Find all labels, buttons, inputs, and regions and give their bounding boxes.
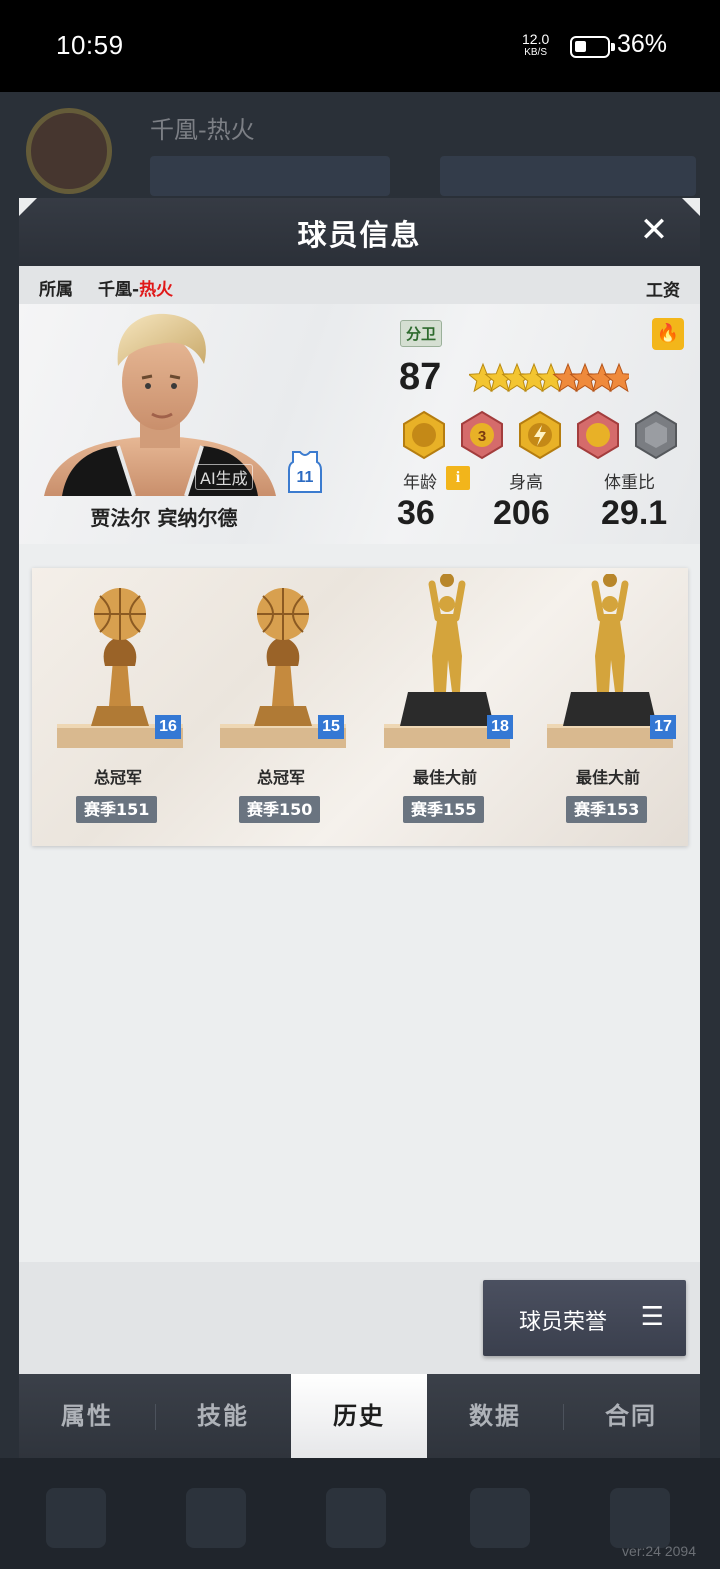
tab-divider	[155, 1404, 156, 1430]
info-icon[interactable]: i	[446, 466, 470, 490]
status-bar: 10:59 12.0 KB/S 36%	[0, 0, 720, 92]
salary-label[interactable]: 工资	[646, 276, 680, 301]
owner-row: 所属 千凰-热火 工资	[19, 266, 700, 304]
close-icon[interactable]: ✕	[636, 212, 672, 248]
modal-title: 球员信息	[297, 218, 422, 252]
tab-4[interactable]: 合同	[563, 1374, 699, 1458]
trophy-count-badge: 17	[650, 715, 676, 739]
tab-1[interactable]: 技能	[155, 1374, 291, 1458]
gem-bar	[440, 156, 696, 196]
age-value: 36	[397, 494, 435, 532]
tab-divider	[563, 1404, 564, 1430]
battery-percent: 36%	[617, 30, 668, 58]
trophy-name: 最佳大前	[575, 768, 640, 787]
season-tag: 赛季151	[76, 796, 158, 823]
honors-board: 16 总冠军赛季151 15 总冠军赛季150 18 最佳大前赛季155 17 最佳大前赛季1…	[32, 568, 688, 846]
battery-icon	[570, 36, 615, 58]
jersey-number: 11	[297, 469, 314, 486]
coin-bar	[150, 156, 390, 196]
player-name: 贾法尔 宾纳尔德	[90, 506, 238, 530]
season-tag: 赛季155	[403, 796, 485, 823]
overall-rating: 87	[399, 356, 442, 398]
tab-2[interactable]: 历史	[291, 1374, 427, 1458]
trophy-name: 总冠军	[93, 768, 142, 787]
background-bottom-nav	[0, 1458, 720, 1569]
owner-team: 千凰-热火	[98, 280, 174, 300]
trophy-champion[interactable]: 15 总冠军赛季150	[208, 568, 358, 846]
trophy-name: 总冠军	[256, 768, 305, 787]
trophy-count-badge: 18	[487, 715, 513, 739]
age-label: 年龄	[403, 473, 437, 493]
skill-badge-locked-icon	[635, 410, 677, 460]
svg-text:3: 3	[478, 428, 486, 445]
skill-badge-three-icon: 3	[461, 410, 503, 460]
owner-label: 所属	[39, 280, 73, 300]
player-honors-label: 球员荣誉	[519, 1310, 608, 1335]
weight-ratio-value: 29.1	[601, 494, 668, 532]
height-value: 206	[493, 494, 550, 532]
network-speed: 12.0 KB/S	[522, 31, 550, 58]
season-tag: 赛季153	[566, 796, 648, 823]
trophy-count-badge: 15	[318, 715, 344, 739]
clock: 10:59	[56, 30, 124, 60]
skill-badge-speed-icon	[519, 410, 561, 460]
tab-0[interactable]: 属性	[19, 1374, 155, 1458]
skill-badge-defense-icon	[577, 410, 619, 460]
height-label: 身高	[509, 473, 543, 493]
tab-3[interactable]: 数据	[427, 1374, 563, 1458]
player-honors-button[interactable]: 球员荣誉 ☰	[483, 1280, 686, 1356]
star-rating	[469, 362, 629, 393]
trophy-player[interactable]: 18 最佳大前赛季155	[372, 568, 522, 846]
modal-header: 球员信息 ✕	[19, 198, 700, 266]
skill-badge-post-icon	[403, 410, 445, 460]
player-panel: AI生成 11 贾法尔 宾纳尔德 分卫 🔥 87 3 年龄 i 36 身高 20…	[19, 304, 700, 544]
season-tag: 赛季150	[239, 796, 321, 823]
version-label: ver:24 2094	[622, 1543, 696, 1559]
team-logo	[26, 108, 112, 194]
trophy-name: 最佳大前	[412, 768, 477, 787]
menu-icon: ☰	[640, 1302, 664, 1332]
trophy-count-badge: 16	[155, 715, 181, 739]
background-team-name: 千凰-热火	[150, 116, 255, 144]
jersey-icon: 11	[287, 450, 323, 494]
skill-badges: 3	[403, 410, 677, 460]
position-badge: 分卫	[400, 320, 443, 347]
ai-generated-tag: AI生成	[195, 464, 253, 490]
fire-icon[interactable]: 🔥	[652, 318, 684, 350]
trophy-champion[interactable]: 16 总冠军赛季151	[45, 568, 195, 846]
trophy-player[interactable]: 17 最佳大前赛季153	[535, 568, 685, 846]
player-info-modal: 球员信息 ✕ 所属 千凰-热火 工资 AI生成 11 贾法尔 宾纳尔德 分卫 🔥…	[19, 198, 700, 1458]
tab-bar: 属性 技能 历史 数据 合同	[19, 1374, 700, 1458]
weight-ratio-label: 体重比	[604, 473, 655, 493]
